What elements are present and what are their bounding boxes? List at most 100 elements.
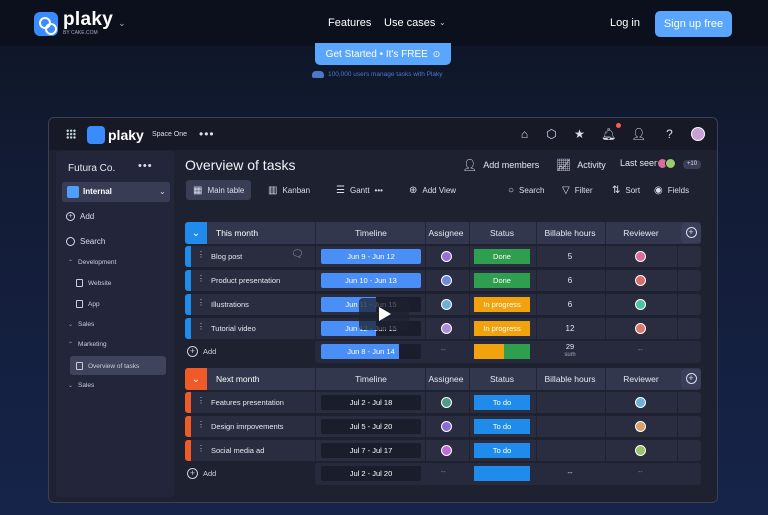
table-row[interactable]: ⋮ Design imrpovements Jul 5 - Jul 20 To do: [185, 416, 701, 437]
status-badge[interactable]: In progress: [474, 297, 530, 312]
sidebar-folder-development[interactable]: ⌃ Development: [68, 259, 116, 266]
login-link[interactable]: Log in: [610, 17, 640, 29]
drag-handle-icon[interactable]: ⋮: [197, 421, 205, 429]
collapse-chevron-icon[interactable]: ⌄: [185, 222, 207, 244]
help-icon[interactable]: ?: [663, 128, 676, 141]
table-row[interactable]: ⋮Tutorial videoJun 12 - Jun 15In progres…: [185, 318, 701, 339]
status-badge[interactable]: To do: [474, 395, 530, 410]
add-view-button[interactable]: ⊕ Add View: [402, 180, 463, 200]
star-icon[interactable]: ★: [573, 128, 586, 141]
add-column-button[interactable]: +: [681, 223, 701, 243]
sort-button[interactable]: ⇅ Sort: [605, 180, 647, 200]
more-icon[interactable]: •••: [199, 127, 215, 141]
timeline-cell[interactable]: Jul 2 - Jul 18: [321, 395, 421, 410]
timeline-cell[interactable]: Jun 9 - Jun 12: [321, 249, 421, 264]
add-user-icon[interactable]: 👤︎: [631, 128, 646, 141]
drag-handle-icon[interactable]: ⋮: [197, 251, 205, 259]
sidebar-search[interactable]: Search: [66, 237, 105, 246]
assignee-avatar[interactable]: [441, 397, 452, 408]
group-name[interactable]: This month: [216, 228, 258, 238]
drag-handle-icon[interactable]: ⋮: [197, 275, 205, 283]
assignee-avatar[interactable]: [441, 251, 452, 262]
add-members-button[interactable]: 👤︎ Add members: [462, 158, 539, 172]
column-billable-hours[interactable]: Billable hours: [536, 228, 604, 238]
sidebar-item-app[interactable]: App: [76, 300, 100, 308]
comment-icon[interactable]: 🗨︎: [291, 249, 304, 260]
sidebar-item-overview-content[interactable]: Overview of tasks: [76, 362, 139, 370]
filter-button[interactable]: ▽ Filter: [555, 180, 599, 200]
column-timeline[interactable]: Timeline: [321, 374, 421, 384]
billable-hours-value[interactable]: 6: [536, 300, 604, 309]
row-name[interactable]: Tutorial video: [211, 324, 256, 333]
timeline-cell[interactable]: Jun 10 - Jun 13: [321, 273, 421, 288]
status-badge[interactable]: Done: [474, 249, 530, 264]
drag-handle-icon[interactable]: ⋮: [197, 323, 205, 331]
more-icon[interactable]: •••: [138, 160, 153, 172]
search-button[interactable]: ○ Search: [501, 180, 551, 200]
table-row[interactable]: ⋮ Blog post 🗨︎ Jun 9 - Jun 12 Done 5: [185, 246, 701, 267]
board-selector[interactable]: Internal ⌄: [62, 182, 170, 202]
column-status[interactable]: Status: [469, 374, 535, 384]
nav-features[interactable]: Features: [328, 17, 371, 29]
drag-handle-icon[interactable]: ⋮: [197, 299, 205, 307]
assignee-avatar[interactable]: [441, 323, 452, 334]
home-icon[interactable]: ⌂: [518, 128, 531, 141]
assignee-avatar[interactable]: [441, 421, 452, 432]
reviewer-avatar[interactable]: [635, 275, 646, 286]
drag-handle-icon[interactable]: ⋮: [197, 445, 205, 453]
bell-icon[interactable]: 🔔︎: [601, 128, 616, 141]
nav-use-cases[interactable]: Use cases: [384, 17, 435, 29]
user-avatar[interactable]: [691, 127, 705, 141]
drag-handle-icon[interactable]: ⋮: [197, 397, 205, 405]
reviewer-avatar[interactable]: [635, 299, 646, 310]
sidebar-item-website[interactable]: Website: [76, 279, 111, 287]
tab-main-table[interactable]: ▦ Main table: [186, 180, 252, 200]
more-icon[interactable]: •••: [375, 186, 383, 195]
sidebar-add[interactable]: + Add: [66, 212, 94, 221]
row-name[interactable]: Product presentation: [211, 276, 280, 285]
cube-icon[interactable]: ⬡: [545, 128, 558, 141]
sidebar-folder-sales[interactable]: ⌄ Sales: [68, 321, 94, 328]
table-row[interactable]: ⋮ Social media ad Jul 7 - Jul 17 To do: [185, 440, 701, 461]
billable-hours-value[interactable]: 5: [536, 252, 604, 261]
signup-button[interactable]: Sign up free: [655, 11, 732, 37]
space-name[interactable]: Space One: [152, 131, 187, 138]
row-name[interactable]: Illustrations: [211, 300, 249, 309]
reviewer-avatar[interactable]: [635, 397, 646, 408]
chevron-down-icon[interactable]: ⌄: [439, 18, 446, 27]
add-column-button[interactable]: +: [681, 369, 701, 389]
activity-button[interactable]: 📈︎ Activity: [556, 158, 606, 172]
row-name[interactable]: Social media ad: [211, 446, 264, 455]
add-item-button[interactable]: + Add: [187, 468, 216, 479]
table-row[interactable]: ⋮ Features presentation Jul 2 - Jul 18 To d…: [185, 392, 701, 413]
app-logo[interactable]: plaky: [87, 126, 144, 144]
site-logo[interactable]: plaky BY CAKE.COM ⌄: [34, 10, 126, 36]
group-name[interactable]: Next month: [216, 374, 259, 384]
reviewer-avatar[interactable]: [635, 251, 646, 262]
sidebar-folder-sales-2[interactable]: ⌄ Sales: [68, 382, 94, 389]
assignee-avatar[interactable]: [441, 445, 452, 456]
column-billable-hours[interactable]: Billable hours: [536, 374, 604, 384]
assignee-avatar[interactable]: [441, 275, 452, 286]
add-item-button[interactable]: + Add: [187, 346, 216, 357]
row-name[interactable]: Features presentation: [211, 398, 284, 407]
column-status[interactable]: Status: [469, 228, 535, 238]
billable-hours-value[interactable]: 6: [536, 276, 604, 285]
get-started-button[interactable]: Get Started • It's FREE ⊙: [315, 43, 451, 65]
apps-grid-icon[interactable]: [66, 129, 76, 139]
assignee-avatar[interactable]: [441, 299, 452, 310]
sidebar-folder-marketing[interactable]: ⌃ Marketing: [68, 341, 107, 348]
table-row[interactable]: ⋮ Product presentation Jun 10 - Jun 13 Done…: [185, 270, 701, 291]
reviewer-avatar[interactable]: [635, 323, 646, 334]
status-badge[interactable]: To do: [474, 443, 530, 458]
tab-kanban[interactable]: ▥ Kanban: [261, 180, 317, 200]
column-reviewer[interactable]: Reviewer: [605, 228, 677, 238]
status-badge[interactable]: In progress: [474, 321, 530, 336]
workspace-name[interactable]: Futura Co.: [68, 163, 115, 174]
reviewer-avatar[interactable]: [635, 445, 646, 456]
table-row[interactable]: ⋮IllustrationsJun 11 - Jun 15In progress…: [185, 294, 701, 315]
status-badge[interactable]: Done: [474, 273, 530, 288]
column-assignee[interactable]: Assignee: [425, 228, 467, 238]
timeline-cell[interactable]: Jul 7 - Jul 17: [321, 443, 421, 458]
video-play-button[interactable]: [359, 298, 409, 330]
